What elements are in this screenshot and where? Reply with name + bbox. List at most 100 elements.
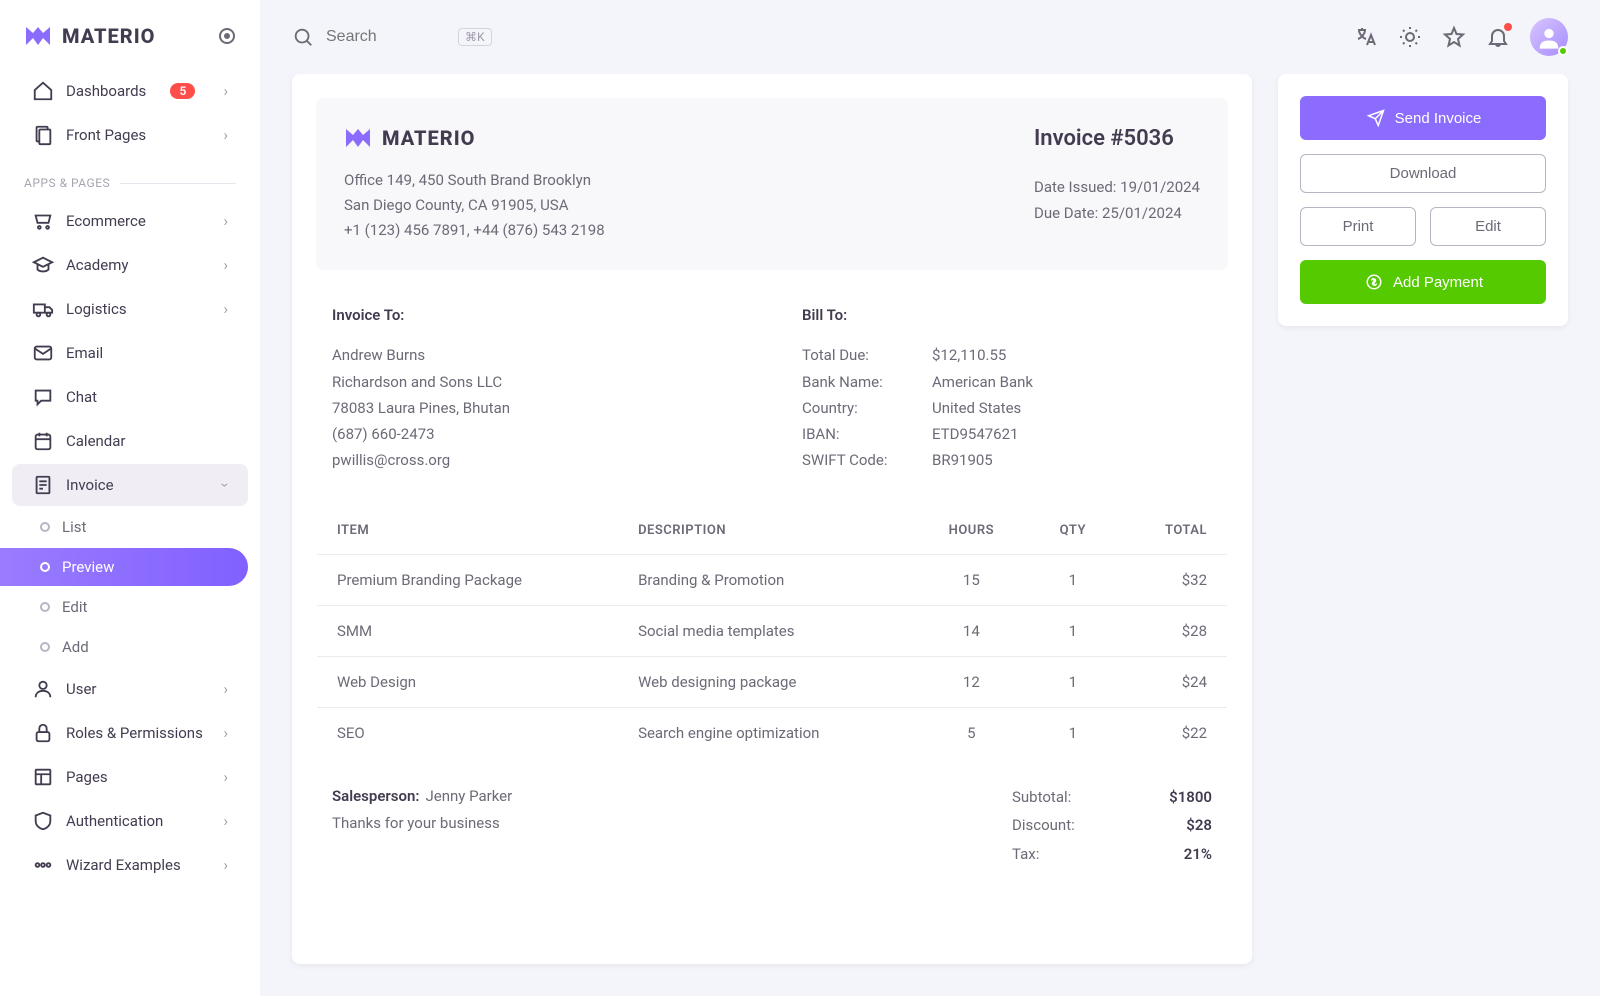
items-table: ITEM DESCRIPTION HOURS QTY TOTAL Premium…	[316, 506, 1228, 759]
chevron-right-icon: ›	[223, 856, 228, 874]
chevron-right-icon: ›	[223, 126, 228, 144]
nav-academy[interactable]: Academy ›	[12, 244, 248, 286]
cell-total: $22	[1117, 707, 1227, 758]
pages-icon	[32, 124, 54, 146]
invoice-brand-name: MATERIO	[382, 126, 475, 150]
bill-to: Bill To: Total Due:$12,110.55 Bank Name:…	[802, 306, 1212, 473]
nav-label: Pages	[66, 768, 108, 786]
cell-hours: 5	[914, 707, 1028, 758]
search-input[interactable]	[326, 28, 446, 46]
nav-logistics[interactable]: Logistics ›	[12, 288, 248, 330]
search-shortcut: ⌘K	[458, 28, 492, 46]
nav-label: Front Pages	[66, 126, 146, 144]
chevron-right-icon: ›	[223, 812, 228, 830]
chevron-right-icon: ›	[223, 256, 228, 274]
sidebar: MATERIO Dashboards 5 › Front Pages › APP…	[0, 0, 260, 996]
nav-ecommerce[interactable]: Ecommerce ›	[12, 200, 248, 242]
nav-calendar[interactable]: Calendar	[12, 420, 248, 462]
brand-name: MATERIO	[62, 24, 155, 48]
nav-label: Wizard Examples	[66, 856, 181, 874]
actions-card: Send Invoice Download Print Edit Add Pay…	[1278, 74, 1568, 326]
col-qty: QTY	[1028, 506, 1117, 554]
nav-label: Dashboards	[66, 82, 146, 100]
cell-item: Premium Branding Package	[317, 554, 619, 605]
dots-icon	[32, 854, 54, 876]
theme-icon[interactable]	[1398, 25, 1422, 49]
chevron-right-icon: ›	[223, 768, 228, 786]
nav-user[interactable]: User ›	[12, 668, 248, 710]
chevron-right-icon: ›	[223, 300, 228, 318]
cell-item: SEO	[317, 707, 619, 758]
sidebar-pin-icon[interactable]	[218, 27, 236, 45]
brand-logo-icon	[24, 25, 52, 47]
add-payment-button[interactable]: Add Payment	[1300, 260, 1546, 304]
cell-total: $32	[1117, 554, 1227, 605]
company-address: Office 149, 450 South Brand Brooklyn San…	[344, 168, 605, 242]
cell-qty: 1	[1028, 554, 1117, 605]
chat-icon	[32, 386, 54, 408]
invoice-dates: Date Issued: 19/01/2024 Due Date: 25/01/…	[1034, 175, 1200, 226]
user-icon	[32, 678, 54, 700]
cell-desc: Social media templates	[618, 605, 914, 656]
language-icon[interactable]	[1354, 25, 1378, 49]
layout-icon	[32, 766, 54, 788]
col-item: ITEM	[317, 506, 619, 554]
mail-icon	[32, 342, 54, 364]
nav-label: Calendar	[66, 432, 126, 450]
invoice-number: Invoice #5036	[1034, 126, 1200, 151]
send-invoice-button[interactable]: Send Invoice	[1300, 96, 1546, 140]
star-icon[interactable]	[1442, 25, 1466, 49]
chevron-right-icon: ›	[223, 724, 228, 742]
search-icon	[292, 26, 314, 48]
notification-dot	[1504, 23, 1512, 31]
nav-dashboards[interactable]: Dashboards 5 ›	[12, 70, 248, 112]
nav-wizard[interactable]: Wizard Examples ›	[12, 844, 248, 886]
nav-invoice[interactable]: Invoice ›	[12, 464, 248, 506]
cell-hours: 14	[914, 605, 1028, 656]
nav-invoice-edit[interactable]: Edit	[12, 588, 248, 626]
col-hours: HOURS	[914, 506, 1028, 554]
table-row: SEOSearch engine optimization51$22	[317, 707, 1228, 758]
nav-email[interactable]: Email	[12, 332, 248, 374]
cell-item: SMM	[317, 605, 619, 656]
nav-label: Logistics	[66, 300, 127, 318]
chevron-right-icon: ›	[223, 212, 228, 230]
nav-invoice-preview[interactable]: Preview	[0, 548, 248, 586]
nav-chat[interactable]: Chat	[12, 376, 248, 418]
invoice-card: MATERIO Office 149, 450 South Brand Broo…	[292, 74, 1252, 964]
nav-label: Email	[66, 344, 103, 362]
nav-front-pages[interactable]: Front Pages ›	[12, 114, 248, 156]
nav-label: Ecommerce	[66, 212, 146, 230]
cell-desc: Branding & Promotion	[618, 554, 914, 605]
nav-invoice-list[interactable]: List	[12, 508, 248, 546]
cell-hours: 12	[914, 656, 1028, 707]
table-row: Premium Branding PackageBranding & Promo…	[317, 554, 1228, 605]
nav-pages[interactable]: Pages ›	[12, 756, 248, 798]
nav-label: Authentication	[66, 812, 163, 830]
nav-invoice-add[interactable]: Add	[12, 628, 248, 666]
search[interactable]: ⌘K	[292, 26, 492, 48]
invoice-icon	[32, 474, 54, 496]
col-total: TOTAL	[1117, 506, 1227, 554]
cell-qty: 1	[1028, 707, 1117, 758]
nav-auth[interactable]: Authentication ›	[12, 800, 248, 842]
shield-icon	[32, 810, 54, 832]
nav-roles[interactable]: Roles & Permissions ›	[12, 712, 248, 754]
nav-label: Academy	[66, 256, 128, 274]
nav-label: Invoice	[66, 476, 114, 494]
home-icon	[32, 80, 54, 102]
cell-qty: 1	[1028, 605, 1117, 656]
print-button[interactable]: Print	[1300, 207, 1416, 246]
chevron-down-icon: ›	[217, 483, 235, 488]
download-button[interactable]: Download	[1300, 154, 1546, 193]
dashboards-badge: 5	[170, 83, 195, 99]
bell-icon[interactable]	[1486, 25, 1510, 49]
brand: MATERIO	[0, 16, 260, 68]
brand-logo-icon	[344, 127, 372, 149]
avatar[interactable]	[1530, 18, 1568, 56]
cell-item: Web Design	[317, 656, 619, 707]
totals: Subtotal:$1800 Discount:$28 Tax:21%	[1012, 783, 1212, 869]
status-dot	[1558, 46, 1568, 56]
edit-button[interactable]: Edit	[1430, 207, 1546, 246]
section-title-apps: APPS & PAGES	[0, 158, 260, 198]
